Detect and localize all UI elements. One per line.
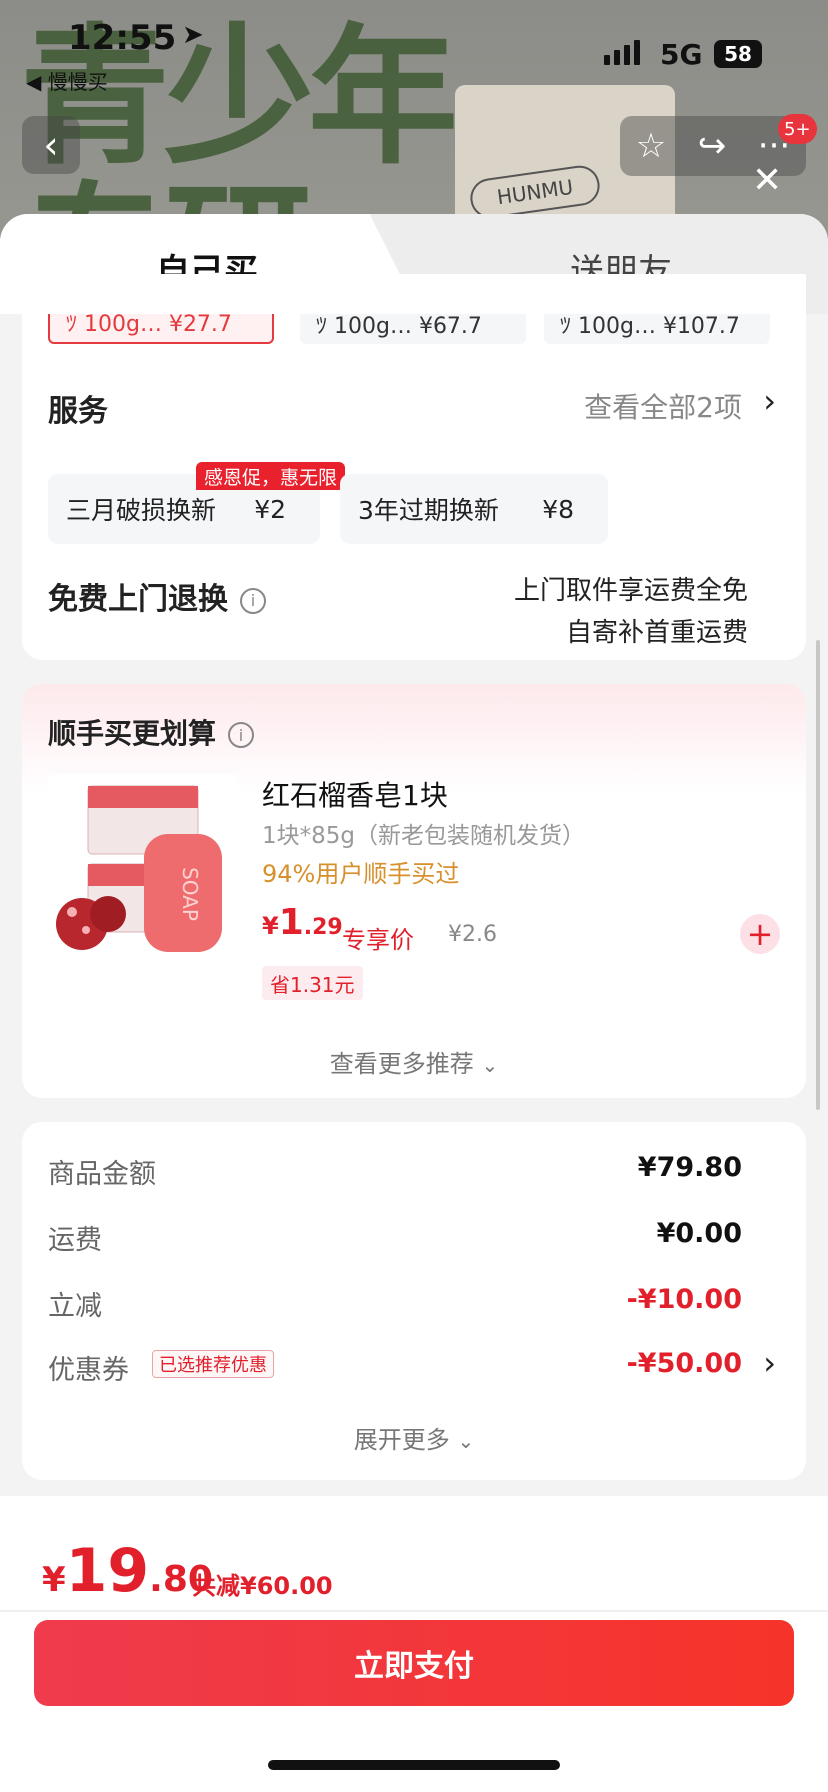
network-type: 5G [660,38,703,71]
free-return-label: 免费上门退换 [48,582,228,617]
back-icon: ‹ [43,123,59,167]
spec-option[interactable]: ﾂ 100g… ¥27.7 [48,314,274,344]
service-option-price: ¥8 [542,494,574,524]
summary-label-discount: 立减 [48,1291,102,1322]
scrollbar[interactable] [816,640,820,1110]
status-time: 12:55 [68,18,177,58]
spec-option[interactable]: ﾂ 100g… ¥107.7 [544,314,770,344]
service-promo-tag: 感恩促，惠无限 [196,462,346,490]
free-return-line2: 自寄补首重运费 [565,618,748,648]
summary-label-shipping: 运费 [48,1225,102,1256]
service-card: ﾂ 100g… ¥27.7 ﾂ 100g… ¥67.7 ﾂ 100g… ¥107… [22,274,806,660]
pay-now-button[interactable]: 立即支付 [34,1620,794,1706]
share-icon[interactable]: ↪ [698,126,727,166]
price-integer: 1 [278,902,304,943]
savings-badge: 省1.31元 [262,966,363,1000]
services-view-all[interactable]: 查看全部2项 [584,386,742,426]
close-icon[interactable]: ✕ [752,160,782,201]
payment-bar: ¥19.80 共减¥60.00 立即支付 [0,1496,828,1792]
view-more-label: 查看更多推荐 [329,1050,474,1078]
status-bar: 12:55 ➤ ◀ 慢慢买 5G 58 [0,0,828,94]
price-decimal: .29 [303,915,343,940]
summary-value-goods: ¥79.80 [637,1152,742,1183]
signal-icon [604,40,640,65]
info-icon[interactable]: i [240,587,266,614]
service-option-name: 3年过期换新 [358,496,499,525]
price-summary-card: 商品金额 ¥79.80 运费 ¥0.00 立减 -¥10.00 优惠券 已选推荐… [22,1122,806,1480]
expand-more-button[interactable]: 展开更多 ⌄ [22,1420,806,1455]
total-savings: 共减¥60.00 [192,1572,333,1600]
location-arrow-icon: ➤ [182,20,204,50]
original-price: ¥2.6 [448,922,497,947]
chevron-down-icon: ⌄ [481,1053,499,1077]
plus-icon[interactable]: + [740,914,780,954]
free-return-title: 免费上门退换 i [48,574,266,618]
product-popularity-tag: 94%用户顺手买过 [262,860,460,888]
service-option-name: 三月破损换新 [66,496,217,525]
back-to-app-link[interactable]: ◀ 慢慢买 [26,66,108,95]
recommend-title: 顺手买更划算 i [48,712,255,752]
recommend-card: 顺手买更划算 i SOAP 红石榴香皂1块 1块*85g（新老包装随机发货） 94… [22,684,806,1098]
expand-more-label: 展开更多 [353,1426,450,1454]
summary-value-shipping: ¥0.00 [656,1218,742,1249]
summary-label-coupon[interactable]: 优惠券 [48,1348,129,1387]
soap-image: SOAP [56,785,222,952]
home-indicator [268,1760,560,1770]
view-more-recommend[interactable]: 查看更多推荐 ⌄ [22,1044,806,1079]
chevron-right-icon[interactable]: › [763,382,776,420]
spec-option[interactable]: ﾂ 100g… ¥67.7 [300,314,526,344]
coupon-selected-tag: 已选推荐优惠 [152,1350,274,1378]
product-thumbnail[interactable]: SOAP [48,774,238,964]
product-price: ¥1.29 [262,902,343,943]
product-spec: 1块*85g（新老包装随机发货） [262,823,585,849]
spec-list: ﾂ 100g… ¥27.7 ﾂ 100g… ¥67.7 ﾂ 100g… ¥107… [22,314,806,354]
services-title: 服务 [48,394,108,429]
summary-value-discount: -¥10.00 [626,1284,742,1315]
free-return-line1: 上门取件享运费全免 [513,576,748,606]
service-option-price: ¥2 [254,494,286,524]
back-button[interactable]: ‹ [22,116,80,174]
total-integer: 19 [65,1536,150,1606]
chevron-down-icon: ⌄ [457,1429,475,1453]
info-icon[interactable]: i [228,722,255,748]
summary-value-coupon[interactable]: -¥50.00 [627,1348,742,1379]
total-currency: ¥ [42,1560,66,1600]
product-name[interactable]: 红石榴香皂1块 [262,774,448,814]
price-currency: ¥ [262,912,279,940]
star-icon[interactable]: ☆ [636,126,666,166]
chevron-right-icon[interactable]: › [763,1344,776,1382]
total-price: ¥19.80 [42,1536,213,1606]
battery-icon: 58 [714,40,762,68]
exclusive-price-label: 专享价 [342,926,414,954]
message-badge: 5+ [778,114,817,144]
summary-label-goods: 商品金额 [48,1159,156,1190]
divider [0,1610,828,1612]
service-option-expiry[interactable]: 3年过期换新 ¥8 [340,474,608,544]
svg-text:SOAP: SOAP [178,867,202,921]
recommend-title-label: 顺手买更划算 [48,717,217,750]
